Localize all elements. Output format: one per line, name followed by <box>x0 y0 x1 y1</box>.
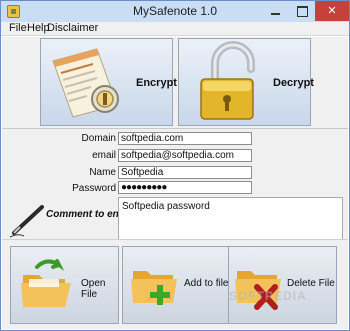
encrypt-button[interactable]: Encrypt <box>40 38 177 126</box>
close-button[interactable]: ✕ <box>315 1 349 21</box>
unlocked-padlock-icon <box>200 41 255 120</box>
menu-bar: File Help Disclaimer <box>1 22 349 36</box>
password-input[interactable]: ●●●●●●●●● <box>118 181 252 194</box>
decrypt-label: Decrypt <box>273 77 314 89</box>
title-bar[interactable]: MySafenote 1.0 ✕ <box>1 1 349 22</box>
menu-disclaimer[interactable]: Disclaimer <box>47 22 98 35</box>
app-window: MySafenote 1.0 ✕ File Help Disclaimer En… <box>0 0 350 331</box>
open-file-label: Open File <box>81 278 106 300</box>
add-folder-icon <box>131 271 177 305</box>
open-folder-icon <box>21 259 71 307</box>
encrypt-label: Encrypt <box>136 77 177 89</box>
maximize-button[interactable] <box>289 1 315 21</box>
add-to-file-label: Add to file <box>184 278 229 289</box>
name-label: Name <box>89 167 116 178</box>
watermark: SOFTPEDIA <box>229 289 307 303</box>
add-to-file-button[interactable]: Add to file <box>122 246 231 324</box>
domain-label: Domain <box>81 133 116 144</box>
delete-file-button[interactable]: Delete File <box>228 246 337 324</box>
delete-folder-icon <box>235 271 281 310</box>
crypto-panel: Encrypt Decrypt <box>2 37 348 129</box>
pen-icon <box>9 205 44 238</box>
decrypt-button[interactable]: Decrypt <box>178 38 314 126</box>
delete-file-label: Delete File <box>287 278 335 289</box>
domain-input[interactable]: softpedia.com <box>118 132 252 145</box>
menu-file[interactable]: File <box>9 22 27 35</box>
file-actions-panel: Open File Add to file Delete File <box>2 239 348 329</box>
encrypt-icon <box>52 48 119 118</box>
minimize-button[interactable] <box>263 1 289 21</box>
name-input[interactable]: Softpedia <box>118 166 252 179</box>
email-label: email <box>92 150 116 161</box>
open-file-button[interactable]: Open File <box>10 246 119 324</box>
password-label: Password <box>72 183 116 194</box>
email-input[interactable]: softpedia@softpedia.com <box>118 149 252 162</box>
